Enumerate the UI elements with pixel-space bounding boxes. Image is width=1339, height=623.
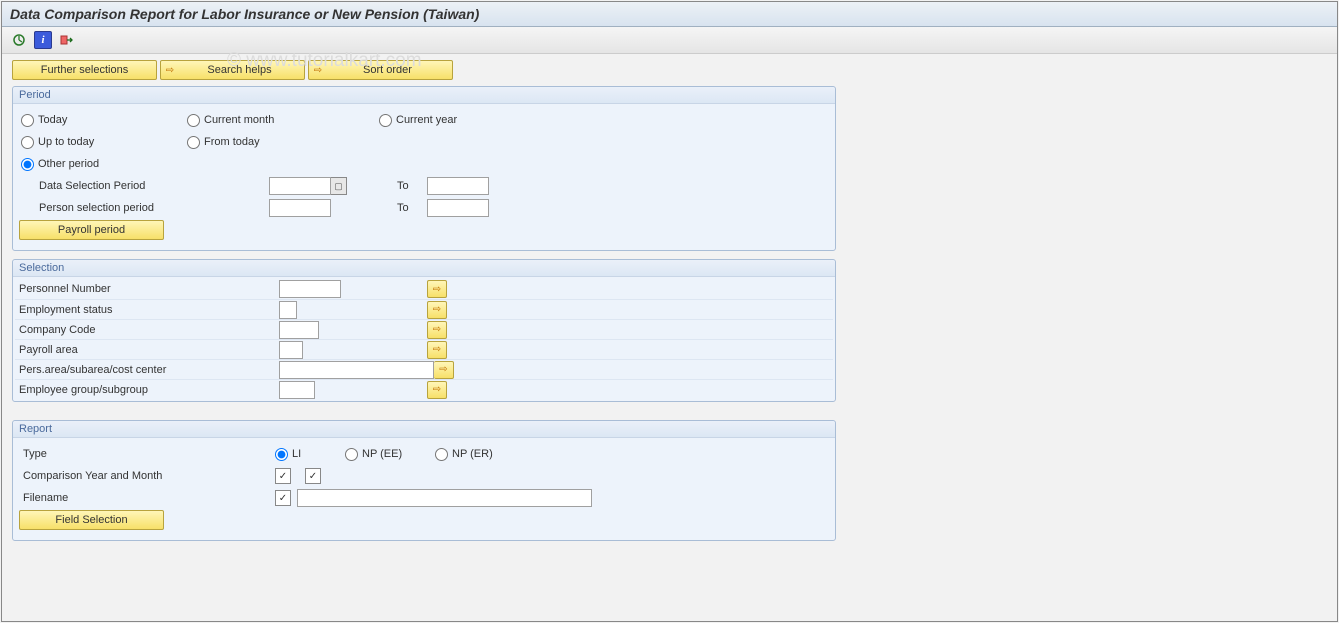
to-label: To bbox=[397, 202, 427, 214]
data-sel-period-label: Data Selection Period bbox=[19, 180, 269, 192]
variants-icon[interactable] bbox=[58, 31, 76, 49]
to-label: To bbox=[397, 180, 427, 192]
page-title: Data Comparison Report for Labor Insuran… bbox=[2, 2, 1337, 27]
multiple-selection-button[interactable]: ⇨ bbox=[427, 341, 447, 359]
info-icon[interactable]: i bbox=[34, 31, 52, 49]
arrow-right-icon: ⇨ bbox=[163, 65, 177, 76]
selection-buttons-row: Further selections ⇨ Search helps ⇨ Sort… bbox=[2, 54, 1337, 84]
multiple-selection-button[interactable]: ⇨ bbox=[427, 321, 447, 339]
multiple-selection-button[interactable]: ⇨ bbox=[427, 280, 447, 298]
filename-input[interactable] bbox=[297, 489, 592, 507]
payroll-area-input[interactable] bbox=[279, 341, 303, 359]
report-group-title: Report bbox=[13, 421, 835, 438]
person-sel-to-input[interactable] bbox=[427, 199, 489, 217]
data-sel-from-input[interactable] bbox=[269, 177, 331, 195]
execute-icon[interactable] bbox=[10, 31, 28, 49]
period-group: Period Today Current month Current year … bbox=[12, 86, 836, 251]
field-selection-button[interactable]: Field Selection bbox=[19, 510, 164, 530]
radio-current-year[interactable]: Current year bbox=[379, 114, 559, 127]
payroll-area-label: Payroll area bbox=[19, 344, 279, 356]
multiple-selection-button[interactable]: ⇨ bbox=[427, 381, 447, 399]
pers-area-label: Pers.area/subarea/cost center bbox=[19, 364, 279, 376]
radio-other-period[interactable]: Other period bbox=[19, 158, 187, 171]
payroll-period-button[interactable]: Payroll period bbox=[19, 220, 164, 240]
person-sel-period-label: Person selection period bbox=[19, 202, 269, 214]
radio-np-er[interactable]: NP (ER) bbox=[435, 448, 525, 461]
emp-group-label: Employee group/subgroup bbox=[19, 384, 279, 396]
further-selections-button[interactable]: Further selections bbox=[12, 60, 157, 80]
multiple-selection-button[interactable]: ⇨ bbox=[427, 301, 447, 319]
employment-status-input[interactable] bbox=[279, 301, 297, 319]
period-group-title: Period bbox=[13, 87, 835, 104]
comp-year-checkbox[interactable]: ✓ bbox=[275, 468, 291, 484]
filename-checkbox[interactable]: ✓ bbox=[275, 490, 291, 506]
personnel-number-label: Personnel Number bbox=[19, 283, 279, 295]
emp-group-input[interactable] bbox=[279, 381, 315, 399]
company-code-input[interactable] bbox=[279, 321, 319, 339]
personnel-number-input[interactable] bbox=[279, 280, 341, 298]
pers-area-input[interactable] bbox=[279, 361, 434, 379]
data-sel-to-input[interactable] bbox=[427, 177, 489, 195]
search-helps-button[interactable]: ⇨ Search helps bbox=[160, 60, 305, 80]
filename-label: Filename bbox=[19, 492, 275, 504]
radio-li[interactable]: LI bbox=[275, 448, 345, 461]
person-sel-from-input[interactable] bbox=[269, 199, 331, 217]
app-toolbar: i bbox=[2, 27, 1337, 54]
selection-group: Selection Personnel Number ⇨ Employment … bbox=[12, 259, 836, 402]
employment-status-label: Employment status bbox=[19, 304, 279, 316]
f4-help-icon[interactable]: ▢ bbox=[331, 177, 347, 195]
comp-month-checkbox[interactable]: ✓ bbox=[305, 468, 321, 484]
company-code-label: Company Code bbox=[19, 324, 279, 336]
type-label: Type bbox=[19, 448, 275, 460]
radio-from-today[interactable]: From today bbox=[187, 136, 379, 149]
comp-ym-label: Comparison Year and Month bbox=[19, 470, 275, 482]
selection-group-title: Selection bbox=[13, 260, 835, 277]
multiple-selection-button[interactable]: ⇨ bbox=[434, 361, 454, 379]
radio-today[interactable]: Today bbox=[19, 114, 187, 127]
radio-up-to-today[interactable]: Up to today bbox=[19, 136, 187, 149]
sort-order-button[interactable]: ⇨ Sort order bbox=[308, 60, 453, 80]
arrow-right-icon: ⇨ bbox=[311, 65, 325, 76]
radio-current-month[interactable]: Current month bbox=[187, 114, 379, 127]
radio-np-ee[interactable]: NP (EE) bbox=[345, 448, 435, 461]
report-group: Report Type LI NP (EE) NP (ER) Compariso… bbox=[12, 420, 836, 541]
